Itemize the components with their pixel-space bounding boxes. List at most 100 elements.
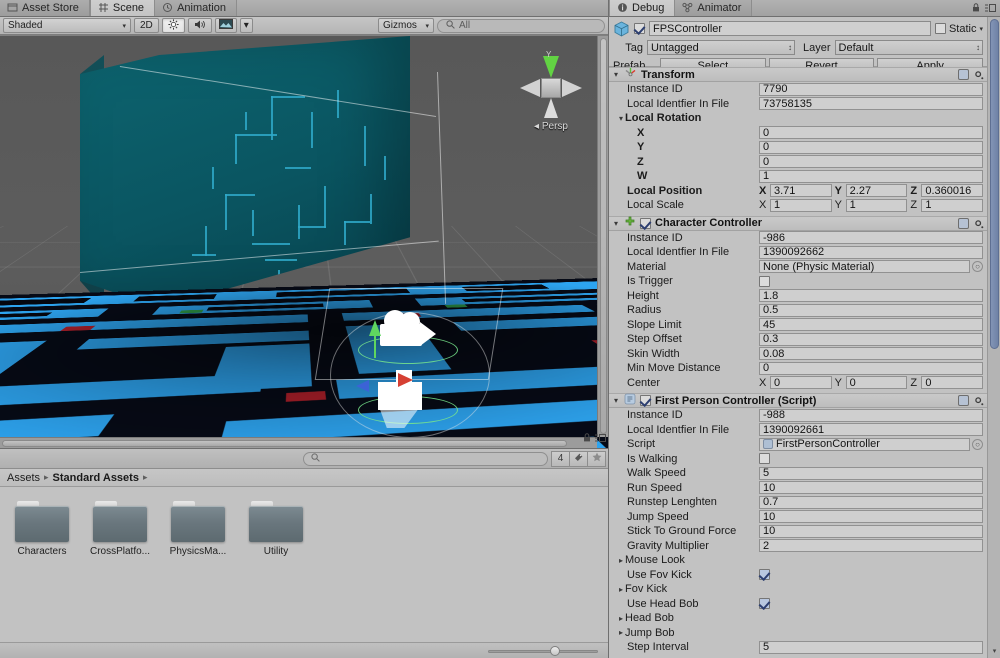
foldout-arrow-icon[interactable]: ▸ (617, 585, 625, 594)
position-y-input[interactable]: 2.27 (846, 184, 908, 197)
lock-icon[interactable] (583, 433, 591, 444)
filter-by-label-button[interactable] (569, 451, 588, 467)
toggle-lighting-button[interactable] (162, 18, 185, 33)
component-header-character-controller[interactable]: ▾ Character Controller (609, 216, 987, 231)
foldout-arrow-icon[interactable]: ▾ (617, 114, 625, 123)
scene-horizontal-scrollbar[interactable] (0, 437, 597, 448)
property-value-input[interactable]: 1390092661 (759, 423, 983, 436)
gizmo-center-cube[interactable] (541, 78, 561, 98)
toggle-audio-button[interactable] (188, 18, 212, 33)
move-handle-z-axis[interactable] (356, 380, 369, 392)
toggle-2d-button[interactable]: 2D (134, 18, 159, 33)
tab-debug[interactable]: Debug (609, 0, 675, 16)
object-picker-button[interactable]: ○ (972, 439, 983, 450)
panel-menu-icon[interactable] (595, 434, 606, 444)
inspector-vertical-scrollbar[interactable]: ▾ (987, 17, 1000, 658)
property-foldout-local-rotation[interactable]: ▾ Local Rotation (609, 111, 987, 126)
scene-orientation-gizmo[interactable]: Y ◂ Persp (510, 48, 592, 134)
static-checkbox[interactable] (935, 23, 946, 34)
use-head-bob-checkbox[interactable] (759, 598, 770, 609)
gear-icon[interactable] (973, 218, 984, 229)
shading-mode-dropdown[interactable]: Shaded ▾ (3, 18, 131, 33)
tag-dropdown[interactable]: Untagged ↕ (647, 40, 795, 55)
filter-by-type-button[interactable]: 4 (551, 451, 570, 467)
scroll-down-arrow-icon[interactable]: ▾ (990, 647, 999, 656)
gear-icon[interactable] (973, 395, 984, 406)
position-z-input[interactable]: 0.360016 (921, 184, 983, 197)
scrollbar-thumb[interactable] (990, 19, 999, 349)
gizmo-axis-y-cone[interactable] (543, 56, 559, 78)
property-value-input[interactable]: 5 (759, 467, 983, 480)
tab-animator[interactable]: Animator (675, 0, 752, 16)
toggle-effects-button[interactable] (215, 18, 237, 33)
property-value-input[interactable]: 0.08 (759, 347, 983, 360)
layer-dropdown[interactable]: Default ↕ (835, 40, 983, 55)
persp-mode-label[interactable]: ◂ Persp (510, 121, 592, 132)
foldout-arrow-icon[interactable]: ▾ (612, 70, 620, 79)
scrollbar-thumb[interactable] (600, 38, 607, 434)
property-value-input[interactable]: 45 (759, 318, 983, 331)
property-value-input[interactable]: -986 (759, 231, 983, 244)
property-foldout-mouse-look[interactable]: ▸ Mouse Look (609, 553, 987, 568)
breadcrumb-item-standard-assets[interactable]: Standard Assets (53, 472, 139, 484)
help-icon[interactable] (958, 218, 969, 229)
scene-vertical-scrollbar[interactable] (597, 36, 608, 437)
is-trigger-checkbox[interactable] (759, 276, 770, 287)
gizmo-axis-x-cone[interactable] (562, 79, 582, 97)
foldout-arrow-icon[interactable]: ▸ (617, 614, 625, 623)
gameobject-active-checkbox[interactable] (634, 23, 645, 34)
gameobject-name-input[interactable]: FPSController (649, 21, 931, 36)
foldout-arrow-icon[interactable]: ▾ (612, 219, 620, 228)
scrollbar-thumb[interactable] (2, 440, 567, 447)
property-value-input[interactable]: 0 (759, 141, 983, 154)
help-icon[interactable] (958, 69, 969, 80)
property-value-input[interactable]: 10 (759, 525, 983, 538)
property-value-input[interactable]: 10 (759, 481, 983, 494)
gear-icon[interactable] (973, 69, 984, 80)
property-foldout-head-bob[interactable]: ▸ Head Bob (609, 611, 987, 626)
center-x-input[interactable]: 0 (770, 376, 832, 389)
gizmos-dropdown[interactable]: Gizmos ▾ (378, 18, 434, 33)
property-value-input[interactable]: 0 (759, 155, 983, 168)
foldout-arrow-icon[interactable]: ▸ (617, 628, 625, 637)
chevron-down-icon[interactable]: ▾ (979, 25, 983, 33)
tab-animation[interactable]: Animation (155, 0, 237, 16)
property-value-input[interactable]: 0 (759, 362, 983, 375)
property-value-input[interactable]: 0.5 (759, 304, 983, 317)
project-search-input[interactable] (303, 452, 548, 466)
property-foldout-jump-bob[interactable]: ▸ Jump Bob (609, 626, 987, 641)
property-value-input[interactable]: 1.8 (759, 289, 983, 302)
scale-z-input[interactable]: 1 (921, 199, 983, 212)
scale-x-input[interactable]: 1 (770, 199, 832, 212)
folder-item[interactable]: Characters (10, 501, 74, 557)
property-value-input[interactable]: 7790 (759, 83, 983, 96)
component-header-first-person-controller[interactable]: ▾ First Person Controller (Script) (609, 393, 987, 408)
property-value-input[interactable]: 2 (759, 539, 983, 552)
object-picker-button[interactable]: ○ (972, 261, 983, 272)
help-icon[interactable] (958, 395, 969, 406)
move-handle-y-axis[interactable] (369, 320, 381, 358)
use-fov-kick-checkbox[interactable] (759, 569, 770, 580)
property-value-input[interactable]: 10 (759, 510, 983, 523)
is-walking-checkbox[interactable] (759, 453, 770, 464)
property-value-input[interactable]: 1 (759, 170, 983, 183)
component-enable-checkbox[interactable] (640, 218, 651, 229)
folder-item[interactable]: CrossPlatfo... (88, 501, 152, 557)
static-toggle-group[interactable]: Static ▾ (935, 23, 983, 35)
icon-size-slider[interactable] (488, 645, 598, 657)
component-header-transform[interactable]: ▾ Transform (609, 67, 987, 82)
property-value-input[interactable]: -988 (759, 409, 983, 422)
folder-item[interactable]: Utility (244, 501, 308, 557)
scene-search-input[interactable]: All (437, 19, 605, 33)
breadcrumb-item-assets[interactable]: Assets (7, 472, 40, 484)
property-value-input[interactable]: 73758135 (759, 97, 983, 110)
position-x-input[interactable]: 3.71 (770, 184, 832, 197)
center-y-input[interactable]: 0 (846, 376, 908, 389)
property-value-input[interactable]: 0.3 (759, 333, 983, 346)
material-object-field[interactable]: None (Physic Material) (759, 260, 970, 273)
foldout-arrow-icon[interactable]: ▸ (617, 556, 625, 565)
favorites-button[interactable] (587, 451, 606, 467)
slider-knob[interactable] (550, 646, 560, 656)
gizmo-axis-neg-x-cone[interactable] (520, 79, 540, 97)
property-foldout-fov-kick[interactable]: ▸ Fov Kick (609, 582, 987, 597)
